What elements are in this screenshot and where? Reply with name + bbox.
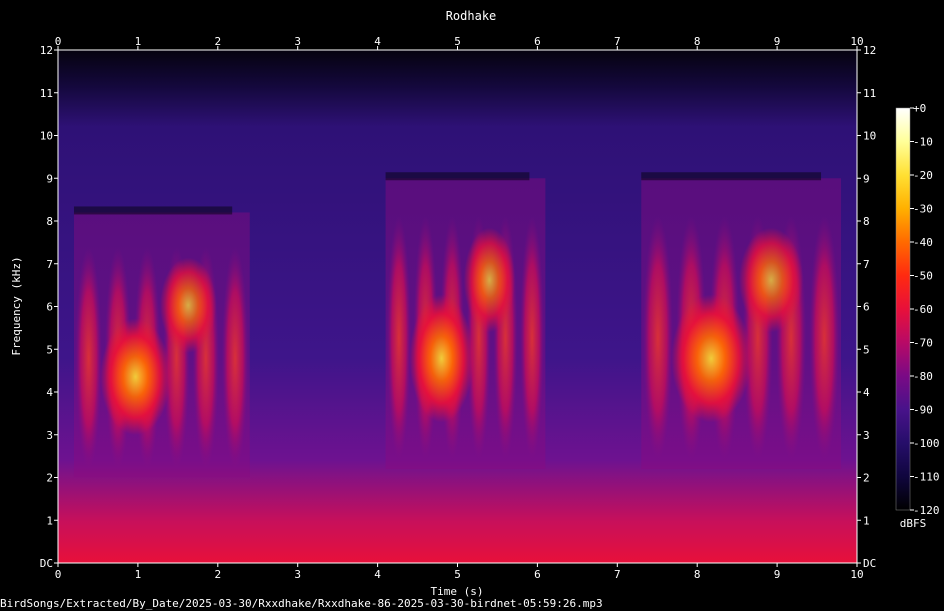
y-tick-label-right: 5 bbox=[863, 343, 870, 356]
x-tick-label-top: 7 bbox=[614, 35, 621, 48]
y-tick-label-right: 2 bbox=[863, 472, 870, 485]
x-tick-label-top: 1 bbox=[135, 35, 142, 48]
event-core bbox=[739, 227, 804, 333]
file-path: BirdSongs/Extracted/By_Date/2025-03-30/R… bbox=[0, 597, 603, 610]
colorbar-tick-label: -70 bbox=[913, 337, 933, 350]
colorbar-tick-label: -80 bbox=[913, 370, 933, 383]
y-tick-label-left: 10 bbox=[40, 130, 53, 143]
y-axis-right: DC123456789101112 bbox=[857, 44, 876, 570]
x-tick-label-top: 8 bbox=[694, 35, 701, 48]
vocalization-event bbox=[385, 172, 546, 469]
y-tick-label-right: 12 bbox=[863, 44, 876, 57]
y-tick-label-left: DC bbox=[40, 557, 53, 570]
event-harmonic bbox=[809, 216, 840, 461]
event-gap bbox=[385, 172, 530, 181]
event-core bbox=[160, 257, 217, 353]
y-tick-label-right: 10 bbox=[863, 130, 876, 143]
event-harmonic bbox=[642, 216, 673, 461]
chart-title: Rodhake bbox=[446, 9, 497, 23]
x-tick-label-bottom: 4 bbox=[374, 568, 381, 581]
colorbar-tick-label: -40 bbox=[913, 236, 933, 249]
x-axis-bottom: 0 1 2 3 4 5 6 7 8 9 10 bbox=[55, 563, 864, 581]
y-tick-label-left: 9 bbox=[46, 172, 53, 185]
colorbar bbox=[895, 107, 911, 511]
event-gap bbox=[641, 172, 822, 181]
event-harmonic bbox=[221, 246, 249, 470]
y-tick-label-left: 6 bbox=[46, 301, 53, 314]
x-tick-label-top: 6 bbox=[534, 35, 541, 48]
x-tick-label-bottom: 5 bbox=[454, 568, 461, 581]
colorbar-tick-label: -90 bbox=[913, 404, 933, 417]
colorbar-tick-label: -30 bbox=[913, 203, 933, 216]
x-tick-label-bottom: 9 bbox=[774, 568, 781, 581]
x-tick-label-bottom: 1 bbox=[135, 568, 142, 581]
vocalization-layer bbox=[73, 172, 842, 478]
y-tick-label-left: 5 bbox=[46, 343, 53, 356]
colorbar-tick-label: -60 bbox=[913, 303, 933, 316]
y-tick-label-left: 12 bbox=[40, 44, 53, 57]
x-tick-label-top: 4 bbox=[374, 35, 381, 48]
x-axis-top: 0 1 2 3 4 5 6 7 8 9 10 bbox=[55, 35, 864, 50]
colorbar-tick-label: -50 bbox=[913, 270, 933, 283]
vocalization-event bbox=[73, 206, 250, 478]
x-tick-label-bottom: 3 bbox=[294, 568, 301, 581]
colorbar-tick-label: -100 bbox=[913, 437, 940, 450]
x-tick-label-bottom: 8 bbox=[694, 568, 701, 581]
colorbar-tick-label: -20 bbox=[913, 169, 933, 182]
event-harmonic bbox=[75, 246, 102, 470]
x-tick-label-top: 5 bbox=[454, 35, 461, 48]
colorbar-label: dBFS bbox=[900, 517, 927, 530]
y-tick-label-left: 8 bbox=[46, 215, 53, 228]
x-tick-label-top: 0 bbox=[55, 35, 62, 48]
event-core bbox=[100, 318, 171, 436]
colorbar-tick-label: -110 bbox=[913, 471, 940, 484]
y-tick-label-left: 2 bbox=[46, 472, 53, 485]
y-tick-label-left: 4 bbox=[46, 386, 53, 399]
event-gap bbox=[73, 206, 233, 215]
event-harmonic bbox=[520, 216, 545, 461]
y-axis-left: DC123456789101112 bbox=[40, 44, 58, 570]
colorbar-ticks: +0 -10 -20 -30 -40 -50 -60 -70 -80 -90 -100 -110 -12… bbox=[910, 102, 940, 517]
y-tick-label-right: DC bbox=[863, 557, 876, 570]
y-tick-label-right: 6 bbox=[863, 301, 870, 314]
x-tick-label-top: 10 bbox=[850, 35, 863, 48]
x-tick-label-bottom: 10 bbox=[850, 568, 863, 581]
x-tick-label-top: 9 bbox=[774, 35, 781, 48]
event-core bbox=[671, 294, 752, 423]
y-tick-label-left: 1 bbox=[46, 514, 53, 527]
event-harmonic bbox=[386, 216, 411, 461]
y-tick-label-left: 3 bbox=[46, 429, 53, 442]
y-tick-label-right: 11 bbox=[863, 87, 876, 100]
colorbar-tick-label: -120 bbox=[913, 504, 940, 517]
y-tick-label-right: 8 bbox=[863, 215, 870, 228]
y-tick-label-right: 9 bbox=[863, 172, 870, 185]
vocalization-event bbox=[641, 172, 842, 469]
x-tick-label-bottom: 0 bbox=[55, 568, 62, 581]
x-tick-label-top: 2 bbox=[214, 35, 221, 48]
event-core bbox=[409, 294, 474, 423]
y-tick-label-right: 1 bbox=[863, 514, 870, 527]
y-tick-label-right: 4 bbox=[863, 386, 870, 399]
spectrogram-figure: 0 1 2 3 4 5 6 7 8 9 10 0 1 2 3 4 5 6 7 8 9 10 DC123456789101… bbox=[0, 9, 940, 610]
y-tick-label-left: 11 bbox=[40, 87, 53, 100]
y-tick-label-left: 7 bbox=[46, 258, 53, 271]
colorbar-tick-label: -10 bbox=[913, 136, 933, 149]
x-tick-label-bottom: 6 bbox=[534, 568, 541, 581]
x-tick-label-bottom: 2 bbox=[214, 568, 221, 581]
y-tick-label-right: 7 bbox=[863, 258, 870, 271]
event-core bbox=[463, 227, 516, 333]
y-axis-label: Frequency (kHz) bbox=[10, 256, 23, 355]
x-tick-label-top: 3 bbox=[294, 35, 301, 48]
x-tick-label-bottom: 7 bbox=[614, 568, 621, 581]
y-tick-label-right: 3 bbox=[863, 429, 870, 442]
colorbar-tick-label: +0 bbox=[913, 102, 926, 115]
